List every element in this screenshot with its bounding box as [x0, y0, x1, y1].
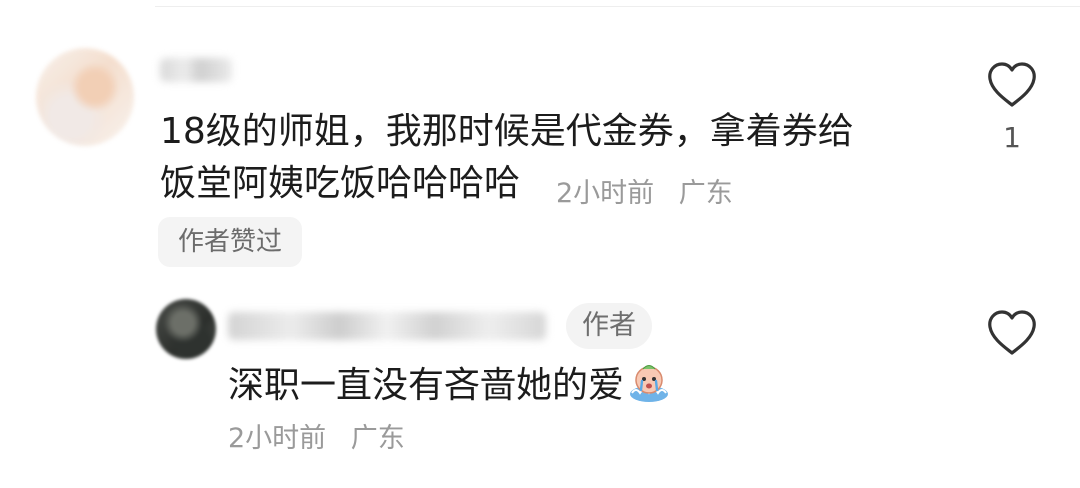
top-divider [155, 6, 1080, 7]
reply-text: 深职一直没有吝啬她的爱 [228, 365, 625, 406]
commenter-username-blurred[interactable] [160, 58, 232, 82]
reply-text-row: 深职一直没有吝啬她的爱 [228, 360, 670, 412]
reply-like-button[interactable] [984, 306, 1040, 362]
author-liked-badge: 作者赞过 [158, 217, 303, 267]
comment-meta: 2小时前 广东 [556, 171, 733, 210]
comment-text-line-1: 18级的师姐，我那时候是代金券，拿着券给 [160, 111, 854, 152]
reply-meta: 2小时前 广东 [228, 416, 405, 455]
author-badge: 作者 [566, 303, 652, 349]
crying-face-sticker-icon [628, 363, 670, 403]
comment-like-button[interactable] [984, 58, 1040, 114]
heart-outline-icon [988, 310, 1036, 355]
reply-author-avatar[interactable] [156, 299, 216, 359]
reply-location: 广东 [350, 423, 405, 454]
comment-like-count: 1 [1003, 121, 1021, 154]
reply-author-username-blurred[interactable] [228, 312, 546, 340]
heart-outline-icon [988, 62, 1036, 107]
reply-time: 2小时前 [228, 423, 327, 454]
comment-time: 2小时前 [556, 178, 655, 209]
commenter-avatar[interactable] [36, 48, 134, 146]
comment-text-line-2: 饭堂阿姨吃饭哈哈哈哈 [160, 163, 521, 204]
comment-location: 广东 [678, 178, 733, 209]
